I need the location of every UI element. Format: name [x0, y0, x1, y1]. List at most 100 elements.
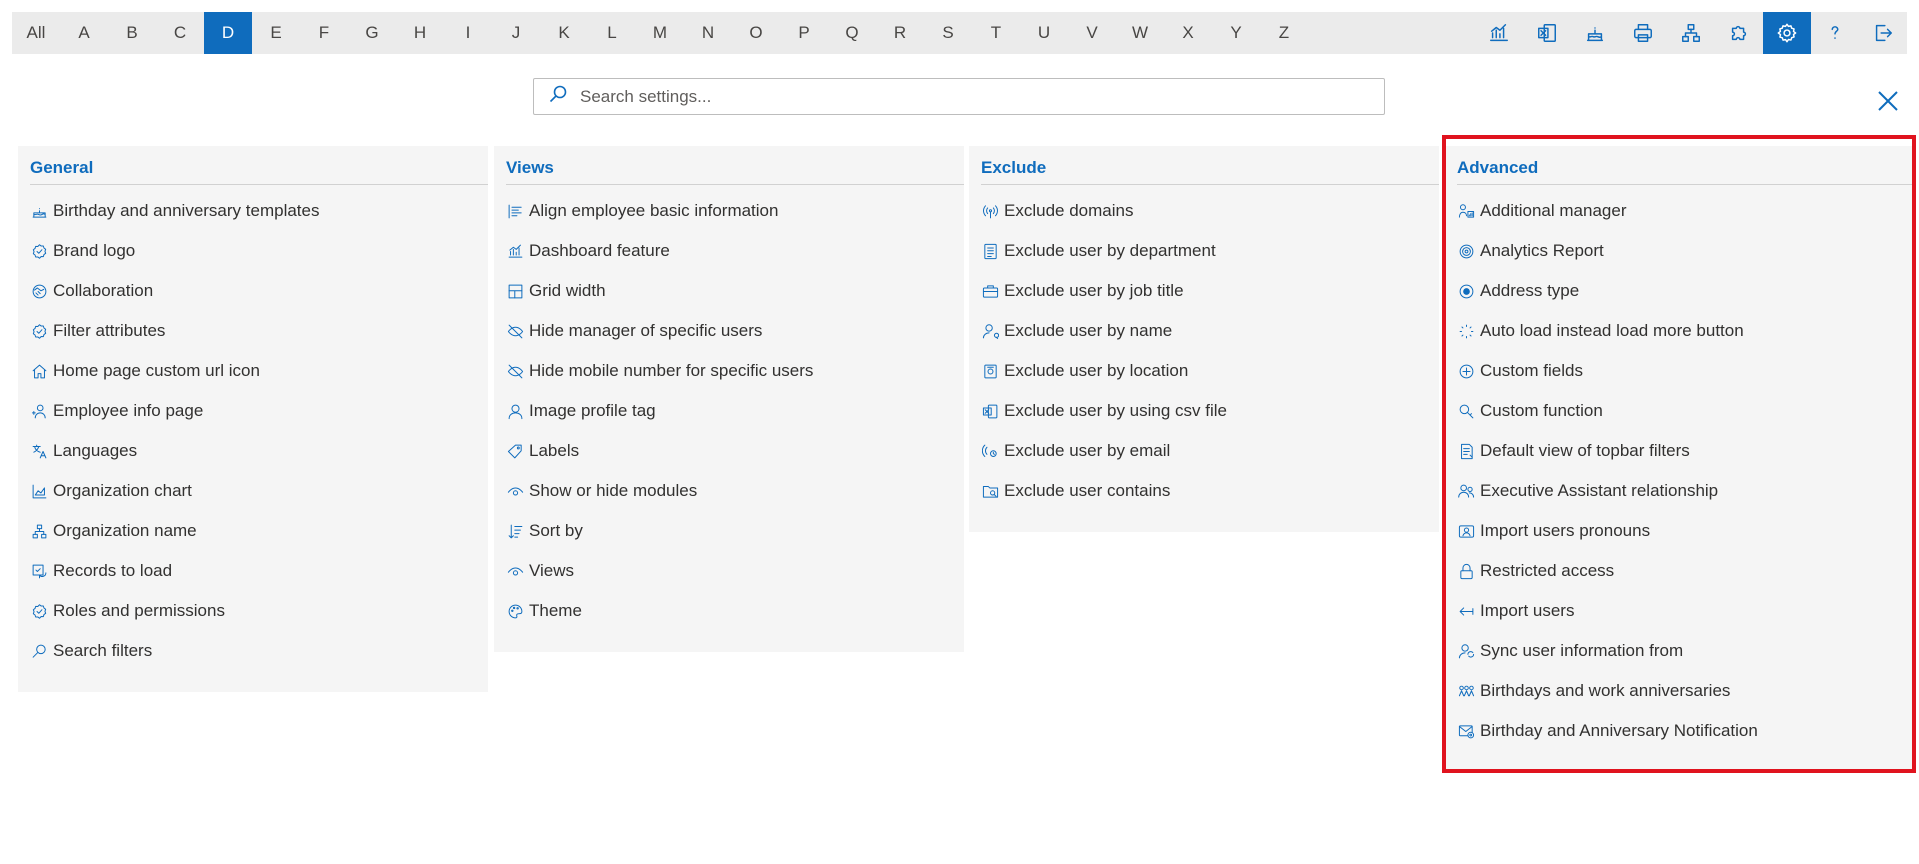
letter-filter-t[interactable]: T	[972, 12, 1020, 54]
settings-item[interactable]: Brand logo	[18, 231, 488, 271]
settings-item[interactable]: Import users pronouns	[1445, 511, 1913, 551]
settings-item[interactable]: Additional manager	[1445, 191, 1913, 231]
settings-item[interactable]: Default view of topbar filters	[1445, 431, 1913, 471]
letter-filter-p[interactable]: P	[780, 12, 828, 54]
letter-filter-s[interactable]: S	[924, 12, 972, 54]
letter-filter-all[interactable]: All	[12, 12, 60, 54]
settings-item[interactable]: Exclude user by using csv file	[969, 391, 1439, 431]
settings-item-label: Collaboration	[53, 281, 154, 300]
settings-item[interactable]: Show or hide modules	[494, 471, 964, 511]
settings-item[interactable]: Hide mobile number for specific users	[494, 351, 964, 391]
settings-item[interactable]: Custom function	[1445, 391, 1913, 431]
settings-item[interactable]: Birthday and Anniversary Notification	[1445, 711, 1913, 751]
settings-item[interactable]: Theme	[494, 591, 964, 631]
badge-check-icon	[30, 602, 48, 620]
letter-filter-c[interactable]: C	[156, 12, 204, 54]
settings-item-label: Hide manager of specific users	[529, 321, 763, 340]
settings-item[interactable]: Labels	[494, 431, 964, 471]
letter-filter-a[interactable]: A	[60, 12, 108, 54]
letter-filter-z[interactable]: Z	[1260, 12, 1308, 54]
settings-item[interactable]: Sort by	[494, 511, 964, 551]
settings-item[interactable]: Executive Assistant relationship	[1445, 471, 1913, 511]
letter-filter-d[interactable]: D	[204, 12, 252, 54]
settings-item[interactable]: Birthday and anniversary templates	[18, 191, 488, 231]
letter-filter-o[interactable]: O	[732, 12, 780, 54]
settings-item[interactable]: Languages	[18, 431, 488, 471]
settings-item-label: Restricted access	[1480, 561, 1615, 580]
settings-item[interactable]: Exclude domains	[969, 191, 1439, 231]
toolbar-actions	[1475, 12, 1907, 54]
settings-item[interactable]: Exclude user by job title	[969, 271, 1439, 311]
settings-item[interactable]: Exclude user contains	[969, 471, 1439, 511]
letter-filter-r[interactable]: R	[876, 12, 924, 54]
settings-item[interactable]: Records to load	[18, 551, 488, 591]
letter-filter-x[interactable]: X	[1164, 12, 1212, 54]
settings-item[interactable]: Birthdays and work anniversaries	[1445, 671, 1913, 711]
letter-filter-q[interactable]: Q	[828, 12, 876, 54]
document-list-icon	[1457, 442, 1475, 460]
letter-filter-h[interactable]: H	[396, 12, 444, 54]
search-input[interactable]	[578, 85, 1362, 108]
settings-item[interactable]: Filter attributes	[18, 311, 488, 351]
birthday-cake-button[interactable]	[1571, 12, 1619, 54]
letter-filter-l[interactable]: L	[588, 12, 636, 54]
analytics-icon	[1490, 24, 1508, 42]
settings-item[interactable]: Import users	[1445, 591, 1913, 631]
settings-item[interactable]: Organization name	[18, 511, 488, 551]
letter-filter-e[interactable]: E	[252, 12, 300, 54]
section-items: Exclude domains Exclude user by departmen…	[969, 185, 1439, 511]
settings-item-label: Sync user information from	[1480, 641, 1684, 660]
settings-item[interactable]: Hide manager of specific users	[494, 311, 964, 351]
letter-filter-w[interactable]: W	[1116, 12, 1164, 54]
settings-item[interactable]: Organization chart	[18, 471, 488, 511]
settings-item[interactable]: Exclude user by email	[969, 431, 1439, 471]
letter-filter-f[interactable]: F	[300, 12, 348, 54]
settings-item-label: Languages	[53, 441, 138, 460]
settings-item[interactable]: Exclude user by name	[969, 311, 1439, 351]
letter-filter-k[interactable]: K	[540, 12, 588, 54]
letter-filter-u[interactable]: U	[1020, 12, 1068, 54]
settings-item[interactable]: Custom fields	[1445, 351, 1913, 391]
settings-item[interactable]: Collaboration	[18, 271, 488, 311]
print-button[interactable]	[1619, 12, 1667, 54]
analytics-button[interactable]	[1475, 12, 1523, 54]
help-button[interactable]	[1811, 12, 1859, 54]
org-chart-button[interactable]	[1667, 12, 1715, 54]
letter-filter-j[interactable]: J	[492, 12, 540, 54]
settings-item[interactable]: Analytics Report	[1445, 231, 1913, 271]
settings-item-label: Import users pronouns	[1480, 521, 1651, 540]
excel-export-button[interactable]	[1523, 12, 1571, 54]
settings-item[interactable]: Views	[494, 551, 964, 591]
settings-item[interactable]: Roles and permissions	[18, 591, 488, 631]
eye-icon	[506, 482, 524, 500]
letter-filter-m[interactable]: M	[636, 12, 684, 54]
close-button[interactable]	[1874, 87, 1902, 115]
settings-item[interactable]: Home page custom url icon	[18, 351, 488, 391]
settings-item[interactable]: Align employee basic information	[494, 191, 964, 231]
settings-item[interactable]: Search filters	[18, 631, 488, 671]
settings-item[interactable]: Restricted access	[1445, 551, 1913, 591]
letter-filter-b[interactable]: B	[108, 12, 156, 54]
settings-item[interactable]: Auto load instead load more button	[1445, 311, 1913, 351]
handshake-icon	[30, 282, 48, 300]
settings-gear-button[interactable]	[1763, 12, 1811, 54]
letter-filter-n[interactable]: N	[684, 12, 732, 54]
org-chart-icon	[30, 522, 48, 540]
letter-filter-v[interactable]: V	[1068, 12, 1116, 54]
puzzle-button[interactable]	[1715, 12, 1763, 54]
settings-item[interactable]: Employee info page	[18, 391, 488, 431]
settings-item[interactable]: Exclude user by department	[969, 231, 1439, 271]
settings-item[interactable]: Sync user information from	[1445, 631, 1913, 671]
letter-filter-y[interactable]: Y	[1212, 12, 1260, 54]
settings-item[interactable]: Image profile tag	[494, 391, 964, 431]
settings-item[interactable]: Grid width	[494, 271, 964, 311]
letter-filter-g[interactable]: G	[348, 12, 396, 54]
settings-item-label: Sort by	[529, 521, 583, 540]
home-icon	[30, 362, 48, 380]
settings-item[interactable]: Dashboard feature	[494, 231, 964, 271]
search-key-icon	[1457, 402, 1475, 420]
sign-out-button[interactable]	[1859, 12, 1907, 54]
settings-item[interactable]: Exclude user by location	[969, 351, 1439, 391]
settings-item[interactable]: Address type	[1445, 271, 1913, 311]
letter-filter-i[interactable]: I	[444, 12, 492, 54]
